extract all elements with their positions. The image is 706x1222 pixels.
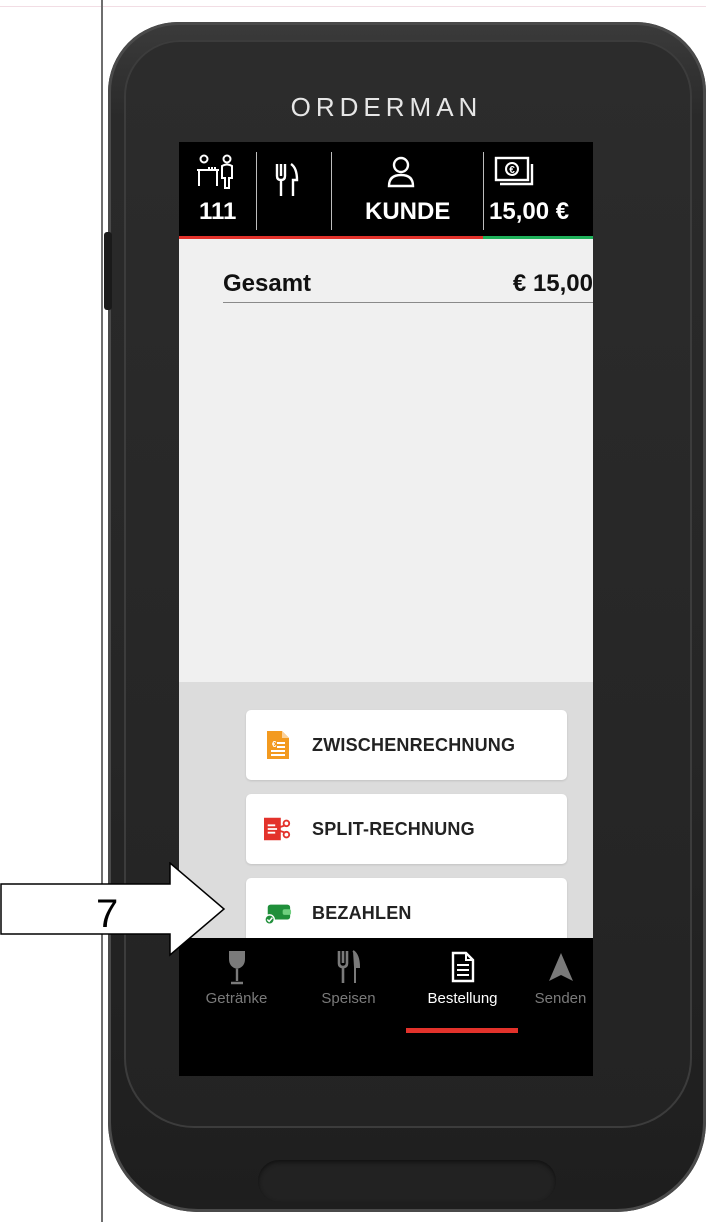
nav-send-label: Senden bbox=[534, 990, 587, 1007]
nav-order-label: Bestellung bbox=[427, 990, 498, 1007]
document-icon bbox=[411, 946, 514, 988]
device-side-button bbox=[104, 232, 112, 310]
annotation-number: 7 bbox=[96, 892, 119, 936]
pay-label: BEZAHLEN bbox=[312, 902, 412, 923]
annotation-arrow bbox=[0, 862, 226, 957]
screen: 111 KUNDE € 15,00 € Gesamt € 15,00 € ZWI… bbox=[179, 142, 593, 1076]
interim-invoice-icon: € bbox=[264, 731, 292, 759]
amount-value: 15,00 € bbox=[489, 198, 570, 225]
bottom-navigation: Getränke Speisen Bestellung Senden bbox=[179, 938, 593, 1076]
split-invoice-button[interactable]: SPLIT-RECHNUNG bbox=[246, 794, 567, 864]
interim-invoice-button[interactable]: € ZWISCHENRECHNUNG bbox=[246, 710, 567, 780]
user-icon[interactable] bbox=[387, 156, 415, 193]
header-separator bbox=[331, 152, 332, 230]
svg-text:€: € bbox=[272, 740, 277, 749]
device-chin bbox=[258, 1160, 556, 1202]
nav-food[interactable]: Speisen bbox=[297, 946, 400, 1018]
nav-food-label: Speisen bbox=[321, 990, 376, 1007]
interim-invoice-label: ZWISCHENRECHNUNG bbox=[312, 734, 516, 755]
svg-text:€: € bbox=[509, 165, 515, 176]
total-label: Gesamt bbox=[223, 270, 312, 297]
table-number: 111 bbox=[199, 198, 237, 225]
cash-icon[interactable]: € bbox=[494, 156, 534, 193]
nav-active-indicator bbox=[406, 1028, 518, 1033]
waiter-table-icon[interactable] bbox=[195, 154, 239, 195]
nav-drinks-label: Getränke bbox=[205, 990, 268, 1007]
left-rule bbox=[101, 0, 103, 1222]
fork-knife-icon bbox=[297, 946, 400, 988]
top-border bbox=[0, 0, 706, 7]
total-value: € 15,00 bbox=[512, 270, 593, 297]
header-progress-green bbox=[483, 236, 593, 239]
fork-knife-icon[interactable] bbox=[275, 162, 299, 203]
header-progress-red bbox=[179, 236, 483, 239]
customer-label: KUNDE bbox=[365, 198, 451, 225]
nav-order[interactable]: Bestellung bbox=[411, 946, 514, 1018]
nav-send[interactable]: Senden bbox=[509, 946, 593, 1018]
wallet-icon bbox=[264, 899, 292, 927]
header-separator bbox=[483, 152, 484, 230]
device-brand: ORDERMAN bbox=[290, 92, 483, 122]
header-bar: 111 KUNDE € 15,00 € bbox=[179, 142, 593, 239]
send-arrow-icon bbox=[509, 946, 593, 988]
split-invoice-label: SPLIT-RECHNUNG bbox=[312, 818, 475, 839]
action-panel: € ZWISCHENRECHNUNG SPLIT-RECHNUNG BEZAHL… bbox=[179, 682, 593, 948]
total-row: Gesamt € 15,00 bbox=[223, 266, 593, 303]
header-separator bbox=[256, 152, 257, 230]
split-invoice-icon bbox=[264, 815, 292, 843]
